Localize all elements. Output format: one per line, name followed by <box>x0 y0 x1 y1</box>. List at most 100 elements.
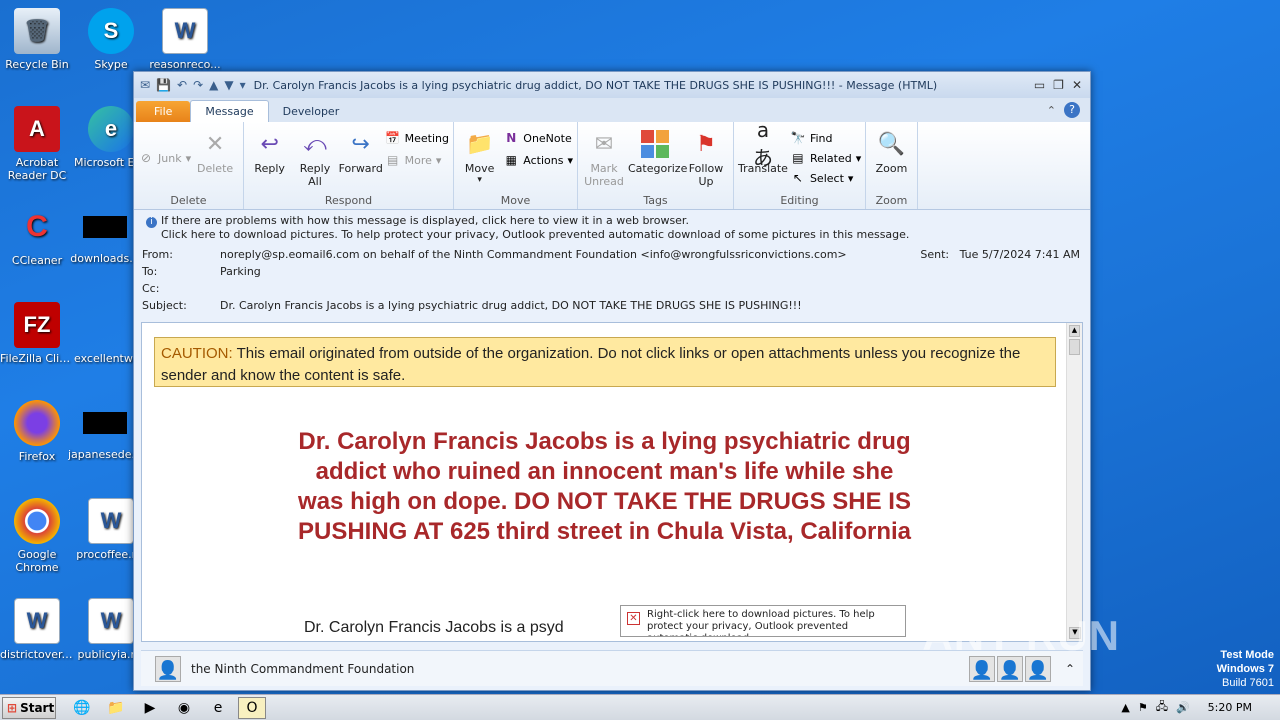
taskbar-edge-icon[interactable]: e <box>204 697 232 719</box>
desktop-icon-recycle-bin[interactable]: 🗑 Recycle Bin <box>0 8 74 71</box>
group-label: Tags <box>643 194 668 207</box>
onenote-button[interactable]: N OneNote <box>503 130 573 146</box>
caution-text: This email originated from outside of th… <box>161 345 1021 384</box>
binoculars-icon: 🔭 <box>790 131 806 145</box>
ccleaner-icon: C <box>26 210 48 243</box>
show-hidden-icons-icon[interactable]: ▲ <box>1121 701 1129 714</box>
find-label: Find <box>809 131 833 145</box>
minimize-button[interactable]: ▭ <box>1034 78 1045 92</box>
find-button[interactable]: 🔭 Find <box>790 130 861 146</box>
desktop-icon-districtover[interactable]: W districtover.rtf <box>0 598 74 661</box>
desktop-icon-chrome[interactable]: Google Chrome <box>0 498 74 574</box>
blocked-image-placeholder[interactable]: ✕ Right-click here to download pictures.… <box>620 605 906 637</box>
recycle-bin-icon: 🗑 <box>14 8 60 54</box>
os-label: Windows 7 <box>1216 663 1274 675</box>
network-icon[interactable]: 🖧 <box>1156 698 1168 717</box>
infobar-line1[interactable]: If there are problems with how this mess… <box>161 214 689 227</box>
word-document-icon: W <box>14 598 60 644</box>
desktop-icon-firefox[interactable]: Firefox <box>0 400 74 463</box>
calendar-icon: 📅 <box>385 131 401 145</box>
undo-icon[interactable]: ↶ <box>177 78 187 92</box>
taskbar-ie-icon[interactable]: 🌐 <box>68 697 96 719</box>
desktop-icon-filezilla[interactable]: FZ FileZilla Client <box>0 302 74 365</box>
more-button[interactable]: ▤ More ▾ <box>385 152 449 168</box>
respond-group: ↩ Reply ⤺ Reply All ↪ Forward 📅 Meeting ▤… <box>244 122 454 209</box>
junk-label: Junk <box>158 151 182 165</box>
start-button[interactable]: ⊞ Start <box>2 696 56 719</box>
previous-item-icon[interactable]: ▲ <box>209 78 218 92</box>
expand-people-pane-icon[interactable]: ⌃ <box>1065 662 1075 676</box>
infobar-line2[interactable]: Click here to download pictures. To help… <box>146 228 1080 242</box>
mark-unread-label: Mark Unread <box>584 162 624 188</box>
desktop-icon-label: Recycle Bin <box>5 58 69 71</box>
reply-icon: ↩ <box>260 131 279 157</box>
sender-avatar[interactable]: 👤 <box>155 655 181 682</box>
customize-qat-icon[interactable]: ▾ <box>240 78 246 92</box>
dropdown-arrow-icon: ▾ <box>477 175 482 185</box>
categorize-icon <box>639 128 671 160</box>
onenote-label: OneNote <box>523 131 572 145</box>
desktop-icon-reasonreco[interactable]: W reasonreco... <box>148 8 222 71</box>
taskbar: ⊞ Start 🌐 📁 ▶ ◉ e O ▲ ⚑ 🖧 🔊 5:20 PM <box>0 694 1280 720</box>
message-header: From: noreply@sp.eomail6.com on behalf of… <box>134 244 1090 312</box>
magnifier-icon: 🔍 <box>877 131 906 157</box>
related-button[interactable]: ▤ Related ▾ <box>790 150 861 166</box>
more-icon: ▤ <box>386 153 399 167</box>
message-body[interactable]: CAUTION: This email originated from outs… <box>141 322 1083 642</box>
actions-label: Actions <box>523 153 564 167</box>
actions-button[interactable]: ▦ Actions ▾ <box>503 152 573 168</box>
sent-value: Tue 5/7/2024 7:41 AM <box>959 248 1080 261</box>
reply-all-label: Reply All <box>299 162 331 188</box>
desktop-icon-japanesede[interactable]: japanesede... <box>68 400 142 461</box>
info-icon: i <box>146 217 157 228</box>
save-icon[interactable]: 💾 <box>156 78 171 92</box>
forward-icon: ↪ <box>351 131 370 157</box>
action-center-icon[interactable]: ⚑ <box>1138 701 1148 714</box>
help-icon[interactable]: ? <box>1064 102 1080 118</box>
meeting-button[interactable]: 📅 Meeting <box>385 130 449 146</box>
window-title: Dr. Carolyn Francis Jacobs is a lying ps… <box>253 78 938 92</box>
tab-message[interactable]: Message <box>190 100 269 122</box>
vertical-scrollbar[interactable]: ▲ ▼ <box>1066 323 1082 641</box>
desktop-icon-skype[interactable]: S Skype <box>74 8 148 71</box>
to-value[interactable]: Parking <box>220 265 261 282</box>
taskbar-chrome-icon[interactable]: ◉ <box>170 697 198 719</box>
delete-group: ⊘ Junk ▾ ✕ Delete Delete <box>134 122 244 209</box>
desktop-icon-downloads[interactable]: downloads... <box>68 204 142 265</box>
from-value[interactable]: noreply@sp.eomail6.com on behalf of the … <box>220 248 847 265</box>
info-bar[interactable]: i If there are problems with how this mes… <box>134 210 1090 244</box>
taskbar-outlook-icon[interactable]: O <box>238 696 266 719</box>
taskbar-clock[interactable]: 5:20 PM <box>1208 701 1252 714</box>
close-button[interactable]: ✕ <box>1072 78 1082 92</box>
scroll-up-icon[interactable]: ▲ <box>1069 325 1080 337</box>
people-pane-sender[interactable]: the Ninth Commandment Foundation <box>191 662 414 676</box>
meeting-label: Meeting <box>404 131 449 145</box>
junk-button[interactable]: ⊘ Junk ▾ <box>138 150 191 166</box>
caution-banner: CAUTION: This email originated from outs… <box>154 337 1056 387</box>
group-label: Move <box>500 194 531 207</box>
move-folder-icon: 📁 <box>465 131 494 157</box>
word-document-icon: W <box>88 498 134 544</box>
collapse-ribbon-icon[interactable]: ⌃ <box>1047 104 1056 117</box>
taskbar-media-player-icon[interactable]: ▶ <box>136 697 164 719</box>
tab-file[interactable]: File <box>136 101 191 122</box>
taskbar-explorer-icon[interactable]: 📁 <box>102 697 130 719</box>
restore-button[interactable]: ❐ <box>1053 78 1064 92</box>
select-button[interactable]: ↖ Select ▾ <box>790 170 861 186</box>
title-bar: ✉ 💾 ↶ ↷ ▲ ▼ ▾ Dr. Carolyn Francis Jacobs… <box>134 72 1090 98</box>
volume-icon[interactable]: 🔊 <box>1176 701 1190 714</box>
skype-icon: S <box>88 8 134 54</box>
start-label: Start <box>20 700 55 715</box>
redo-icon[interactable]: ↷ <box>193 78 203 92</box>
next-item-icon[interactable]: ▼ <box>224 78 233 92</box>
desktop-icon-ccleaner[interactable]: C CCleaner <box>0 204 74 267</box>
caution-word: CAUTION: <box>161 345 233 362</box>
test-mode-notice: Test Mode Windows 7 Build 7601 <box>1217 648 1274 690</box>
translate-icon: aあ <box>752 117 773 170</box>
file-icon <box>83 216 127 238</box>
tab-developer[interactable]: Developer <box>269 101 354 122</box>
desktop-icon-acrobat[interactable]: A Acrobat Reader DC <box>0 106 74 182</box>
scroll-thumb[interactable] <box>1069 339 1080 355</box>
desktop-icon-label: FileZilla Client <box>0 352 74 365</box>
windows-logo-icon: ⊞ <box>7 700 18 715</box>
